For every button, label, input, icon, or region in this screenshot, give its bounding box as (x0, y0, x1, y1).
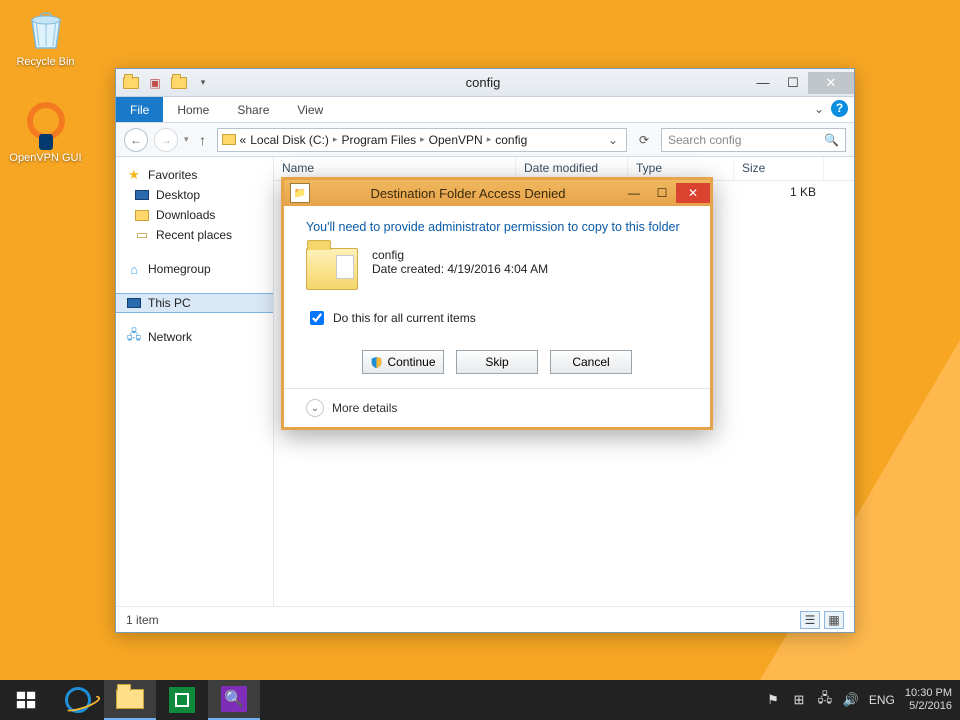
ribbon-tabs: File Home Share View ⌄ ? (116, 97, 854, 123)
taskbar-explorer[interactable] (104, 680, 156, 720)
language-indicator[interactable]: ENG (869, 693, 895, 707)
qat-properties-icon[interactable]: ▣ (146, 74, 164, 92)
app-icon (122, 74, 140, 92)
network-icon: 🖧 (126, 329, 142, 345)
crumb[interactable]: OpenVPN (429, 133, 483, 147)
nav-favorites[interactable]: ★Favorites (116, 165, 273, 185)
dialog-title: Destination Folder Access Denied (316, 186, 620, 201)
taskbar-ie[interactable] (52, 680, 104, 720)
flag-icon[interactable]: ⚑ (765, 692, 781, 708)
status-bar: 1 item ☰ ▦ (116, 606, 854, 632)
homegroup-icon: ⌂ (126, 261, 142, 277)
dialog-item-date: Date created: 4/19/2016 4:04 AM (372, 262, 548, 276)
continue-button[interactable]: Continue (362, 350, 444, 374)
nav-pane: ★Favorites Desktop Downloads ▭Recent pla… (116, 157, 274, 606)
refresh-button[interactable]: ⟳ (633, 129, 655, 151)
more-details-toggle[interactable]: ⌄ More details (284, 388, 710, 427)
ribbon-expand-icon[interactable]: ⌄ (814, 102, 824, 116)
nav-thispc[interactable]: This PC (116, 293, 273, 313)
dialog-titlebar[interactable]: 📁 Destination Folder Access Denied — ☐ ✕ (284, 180, 710, 206)
network-tray-icon[interactable]: 🖧 (817, 692, 833, 708)
folder-icon (306, 248, 358, 290)
tab-home[interactable]: Home (163, 97, 223, 122)
window-title: config (218, 75, 748, 90)
help-icon[interactable]: ? (831, 100, 848, 117)
tab-file[interactable]: File (116, 97, 163, 122)
volume-icon[interactable]: 🔊 (843, 692, 859, 708)
windows-logo-icon (15, 689, 37, 711)
view-details-icon[interactable]: ☰ (800, 611, 820, 629)
tray-clock[interactable]: 10:30 PM 5/2/2016 (905, 687, 952, 713)
folder-icon (134, 207, 150, 223)
item-count: 1 item (126, 613, 159, 627)
system-tray: ⚑ ⊞ 🖧 🔊 ENG 10:30 PM 5/2/2016 (765, 687, 960, 713)
access-denied-dialog: 📁 Destination Folder Access Denied — ☐ ✕… (281, 177, 713, 430)
crumb[interactable]: Program Files (341, 133, 416, 147)
forward-button[interactable]: → (154, 128, 178, 152)
tab-view[interactable]: View (283, 97, 337, 122)
tray-windows-icon[interactable]: ⊞ (791, 692, 807, 708)
minimize-button[interactable]: — (748, 72, 778, 94)
search-icon: 🔍 (824, 133, 839, 147)
qat-dropdown-icon[interactable]: ▾ (194, 74, 212, 92)
col-size[interactable]: Size (734, 157, 824, 180)
search-placeholder: Search config (668, 133, 741, 147)
pc-icon (126, 295, 142, 311)
dialog-icon: 📁 (290, 183, 310, 203)
explorer-icon (116, 689, 144, 709)
taskbar-store[interactable] (156, 680, 208, 720)
desktop-icon-recycle-bin[interactable]: Recycle Bin (8, 6, 83, 68)
do-for-all-checkbox[interactable]: Do this for all current items (306, 308, 688, 328)
checkbox-input[interactable] (310, 311, 324, 325)
breadcrumb[interactable]: « Local Disk (C:)▸ Program Files▸ OpenVP… (217, 128, 627, 152)
star-icon: ★ (126, 167, 142, 183)
nav-network[interactable]: 🖧Network (116, 327, 273, 347)
openvpn-icon (22, 102, 70, 150)
nav-homegroup[interactable]: ⌂Homegroup (116, 259, 273, 279)
desktop: Recycle Bin OpenVPN GUI ▣ ▾ config — ☐ ✕… (0, 0, 960, 680)
nav-downloads[interactable]: Downloads (116, 205, 273, 225)
recycle-bin-icon (22, 6, 70, 54)
dialog-minimize-button[interactable]: — (620, 183, 648, 203)
store-icon (169, 687, 195, 713)
dialog-item-name: config (372, 248, 548, 262)
nav-recent[interactable]: ▭Recent places (116, 225, 273, 245)
up-button[interactable]: ↑ (195, 132, 211, 148)
qat-newfolder-icon[interactable] (170, 74, 188, 92)
taskbar: 🔍 ⚑ ⊞ 🖧 🔊 ENG 10:30 PM 5/2/2016 (0, 680, 960, 720)
history-dropdown-icon[interactable]: ▾ (184, 134, 189, 145)
ie-icon (65, 687, 91, 713)
chevron-down-icon: ⌄ (306, 399, 324, 417)
skip-button[interactable]: Skip (456, 350, 538, 374)
back-button[interactable]: ← (124, 128, 148, 152)
crumb-dropdown-icon[interactable]: ⌄ (604, 133, 622, 147)
file-size: 1 KB (734, 185, 824, 199)
search-app-icon: 🔍 (221, 686, 247, 712)
search-input[interactable]: Search config 🔍 (661, 128, 846, 152)
desktop-icon (134, 187, 150, 203)
address-bar: ← → ▾ ↑ « Local Disk (C:)▸ Program Files… (116, 123, 854, 157)
uac-shield-icon (370, 356, 383, 369)
taskbar-search[interactable]: 🔍 (208, 680, 260, 720)
dialog-close-button[interactable]: ✕ (676, 183, 710, 203)
nav-desktop[interactable]: Desktop (116, 185, 273, 205)
desktop-icon-openvpn[interactable]: OpenVPN GUI (8, 102, 83, 164)
crumb[interactable]: config (495, 133, 527, 147)
dialog-message: You'll need to provide administrator per… (306, 220, 688, 234)
close-button[interactable]: ✕ (808, 72, 854, 94)
view-thumbnails-icon[interactable]: ▦ (824, 611, 844, 629)
crumb[interactable]: Local Disk (C:) (250, 133, 329, 147)
start-button[interactable] (0, 680, 52, 720)
tab-share[interactable]: Share (223, 97, 283, 122)
dialog-maximize-button[interactable]: ☐ (648, 183, 676, 203)
titlebar[interactable]: ▣ ▾ config — ☐ ✕ (116, 69, 854, 97)
cancel-button[interactable]: Cancel (550, 350, 632, 374)
recent-icon: ▭ (134, 227, 150, 243)
desktop-icon-label: OpenVPN GUI (8, 152, 83, 164)
maximize-button[interactable]: ☐ (778, 72, 808, 94)
drive-icon (222, 134, 236, 145)
desktop-icon-label: Recycle Bin (8, 56, 83, 68)
